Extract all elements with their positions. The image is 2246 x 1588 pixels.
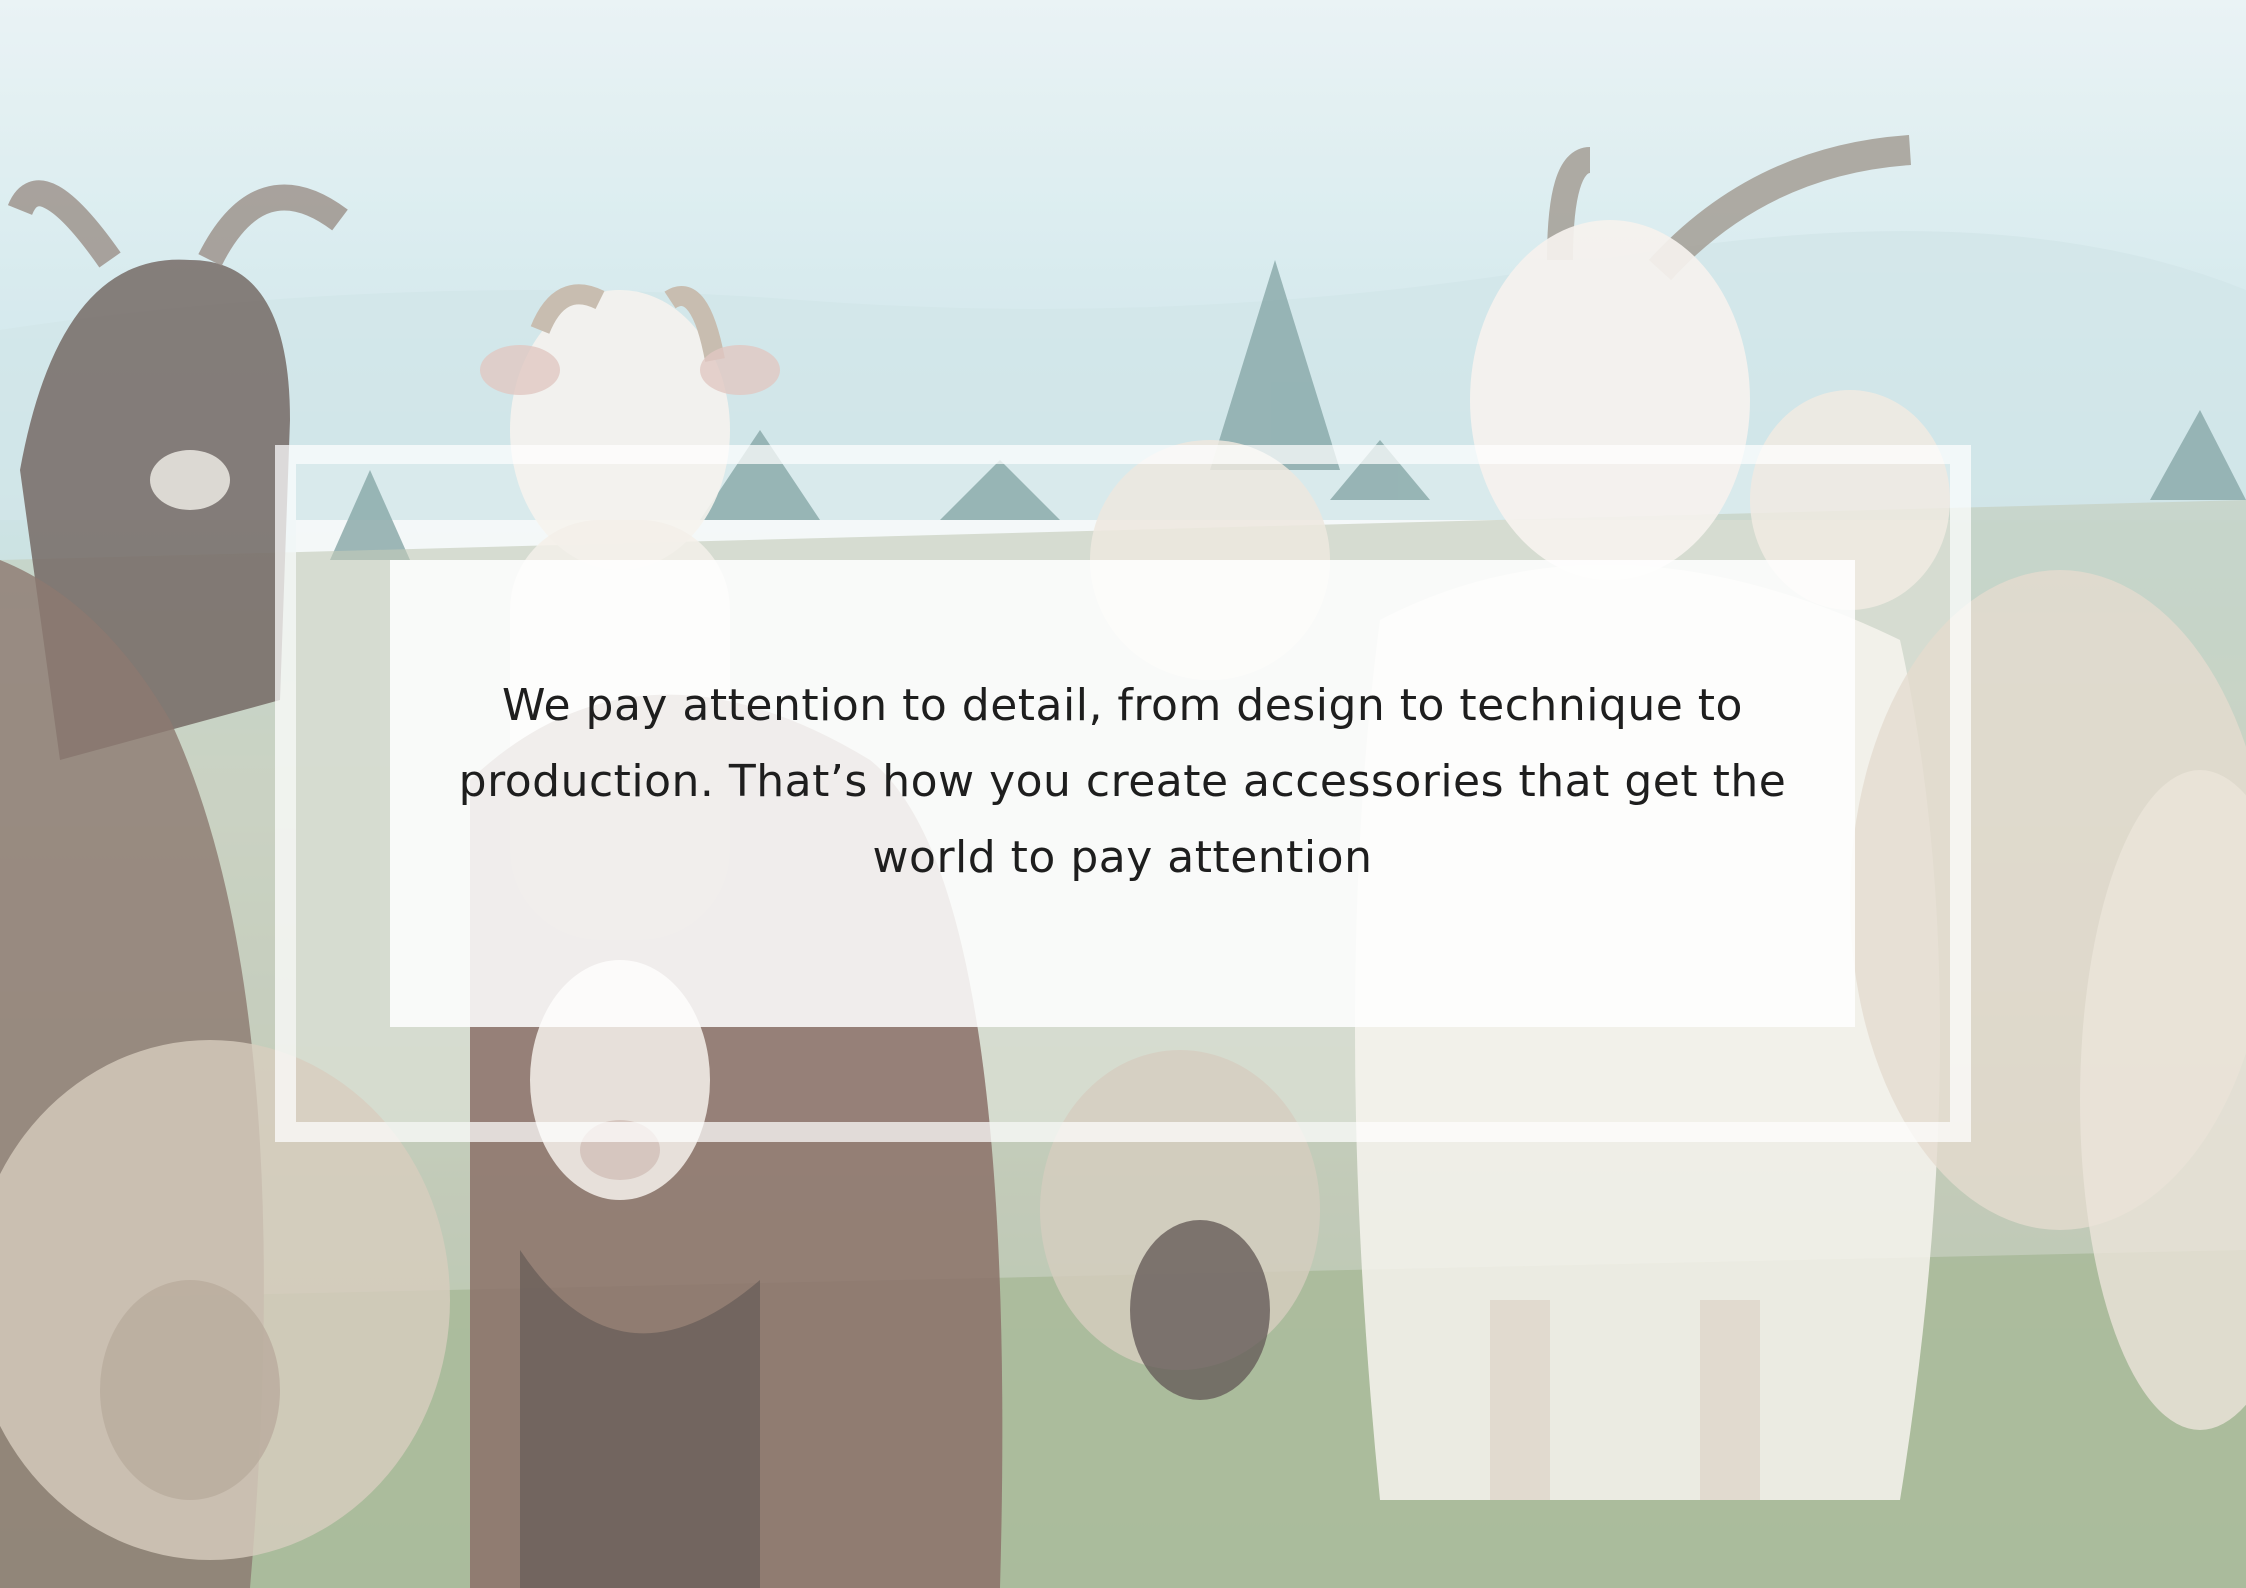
hero-banner: We pay attention to detail, from design … [0, 0, 2246, 1588]
quote-box: We pay attention to detail, from design … [390, 560, 1855, 1027]
quote-text: We pay attention to detail, from design … [458, 679, 1787, 883]
